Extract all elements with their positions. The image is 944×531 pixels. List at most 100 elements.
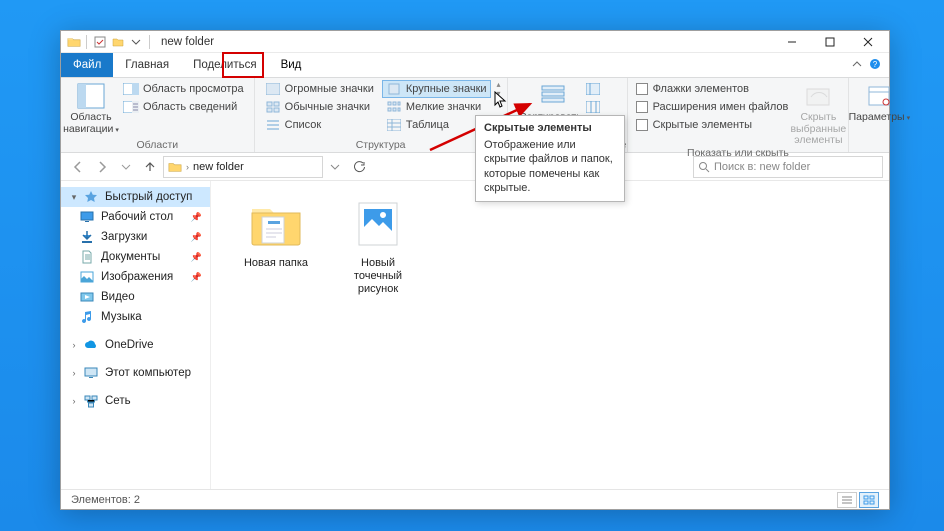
quick-access-toolbar [63,34,153,50]
nav-dropdown-icon[interactable] [324,156,346,178]
ribbon-group-panes-label: Области [137,139,179,152]
file-tab[interactable]: Файл [61,53,113,77]
chevron-right-icon[interactable]: › [69,368,79,378]
music-icon [79,309,95,325]
star-icon [83,189,99,205]
file-list[interactable]: Новая папка Новый точечный рисунок [211,181,889,489]
close-button[interactable] [849,31,887,53]
sidebar-this-pc[interactable]: ›Этот компьютер [61,363,210,383]
explorer-window: new folder Файл Главная Поделиться Вид ?… [60,30,890,510]
sidebar-quick-access[interactable]: ▾ Быстрый доступ [61,187,210,207]
sidebar-downloads[interactable]: Загрузки📌 [61,227,210,247]
picture-icon [79,269,95,285]
pin-icon: 📌 [191,252,202,263]
preview-pane-button[interactable]: Область просмотра [119,80,248,98]
svg-text:?: ? [873,60,878,69]
ribbon-collapse-icon[interactable] [851,58,863,73]
qat-newfolder-icon[interactable] [110,34,126,50]
body: ▾ Быстрый доступ Рабочий стол📌 Загрузки📌… [61,181,889,489]
tab-home[interactable]: Главная [113,53,181,77]
sidebar-pictures[interactable]: Изображения📌 [61,267,210,287]
ribbon-group-showhide: Флажки элементов Расширения имен файлов … [628,78,850,152]
options-button[interactable]: Параметры▾ [855,80,903,124]
search-placeholder: Поиск в: new folder [714,161,810,173]
group-by-icon[interactable] [581,80,605,98]
add-columns-icon[interactable] [581,98,605,116]
nav-up-button[interactable] [139,156,161,178]
checkbox-file-extensions[interactable]: Расширения имен файлов [634,98,791,116]
nav-pane-button[interactable]: Область навигации▾ [67,80,115,135]
cloud-icon [83,337,99,353]
tooltip-body: Отображение или скрытие файлов и папок, … [484,138,616,195]
nav-back-button[interactable] [67,156,89,178]
sidebar-onedrive[interactable]: ›OneDrive [61,335,210,355]
view-large-icons-button[interactable] [859,492,879,508]
ribbon-group-layout: Огромные значки Обычные значки Список Кр… [255,78,508,152]
search-icon [698,161,710,173]
file-item-folder[interactable]: Новая папка [235,195,317,297]
layout-more-icon[interactable]: ▿ [497,98,501,107]
sidebar-network[interactable]: ›Сеть [61,391,210,411]
folder-icon [247,195,305,253]
folder-icon [168,160,182,174]
layout-scroll-up[interactable]: ▴ [497,80,501,89]
chevron-right-icon[interactable]: › [69,396,79,406]
checkbox-icon [636,83,648,95]
network-icon [83,393,99,409]
tab-share[interactable]: Поделиться [181,53,269,77]
tooltip-hidden-items: Скрытые элементы Отображение или скрытие… [475,115,625,202]
ribbon-group-options: Параметры▾ [849,78,909,152]
status-item-count: Элементов: 2 [71,494,140,506]
tab-view[interactable]: Вид [269,53,314,77]
qat-dropdown-icon[interactable] [128,34,144,50]
checkbox-icon [636,101,648,113]
nav-recent-dropdown[interactable] [115,156,137,178]
layout-normal-icons[interactable]: Обычные значки [261,98,378,116]
sidebar-music[interactable]: Музыка [61,307,210,327]
maximize-button[interactable] [811,31,849,53]
sidebar-desktop[interactable]: Рабочий стол📌 [61,207,210,227]
ribbon-group-panes: Область навигации▾ Область просмотра Обл… [61,78,255,152]
nav-sidebar: ▾ Быстрый доступ Рабочий стол📌 Загрузки📌… [61,181,211,489]
ribbon-tabs: Файл Главная Поделиться Вид ? [61,53,889,77]
chevron-right-icon[interactable]: › [69,340,79,350]
layout-large-icons[interactable]: Крупные значки [382,80,491,98]
layout-huge-icons[interactable]: Огромные значки [261,80,378,98]
help-icon[interactable]: ? [869,58,881,73]
details-pane-button[interactable]: Область сведений [119,98,248,116]
breadcrumb-item[interactable]: new folder [193,161,244,173]
view-details-button[interactable] [837,492,857,508]
video-icon [79,289,95,305]
sidebar-videos[interactable]: Видео [61,287,210,307]
window-title: new folder [161,36,214,48]
layout-small-icons[interactable]: Мелкие значки [382,98,491,116]
image-file-icon [349,195,407,253]
download-icon [79,229,95,245]
chevron-down-icon[interactable]: ▾ [69,192,79,203]
checkbox-icon [636,119,648,131]
app-folder-icon [67,35,81,49]
checkbox-item-checkboxes[interactable]: Флажки элементов [634,80,791,98]
tooltip-title: Скрытые элементы [484,122,616,134]
file-item-label: Новый точечный рисунок [337,257,419,297]
layout-scroll-down[interactable]: ▾ [497,89,501,98]
file-item-bitmap[interactable]: Новый точечный рисунок [337,195,419,297]
search-box[interactable]: Поиск в: new folder [693,156,883,178]
chevron-right-icon[interactable]: › [186,162,189,172]
qat-properties-icon[interactable] [92,34,108,50]
minimize-button[interactable] [773,31,811,53]
layout-list[interactable]: Список [261,116,378,134]
nav-forward-button[interactable] [91,156,113,178]
checkbox-hidden-items[interactable]: Скрытые элементы [634,116,791,134]
sidebar-documents[interactable]: Документы📌 [61,247,210,267]
document-icon [79,249,95,265]
pin-icon: 📌 [191,212,202,223]
computer-icon [83,365,99,381]
pin-icon: 📌 [191,272,202,283]
ribbon-group-layout-label: Структура [356,139,406,152]
file-item-label: Новая папка [244,257,308,270]
nav-refresh-button[interactable] [348,156,370,178]
hide-selected-button[interactable]: Скрыть выбранные элементы [794,80,842,147]
breadcrumb-bar[interactable]: › new folder [163,156,323,178]
pin-icon: 📌 [191,232,202,243]
